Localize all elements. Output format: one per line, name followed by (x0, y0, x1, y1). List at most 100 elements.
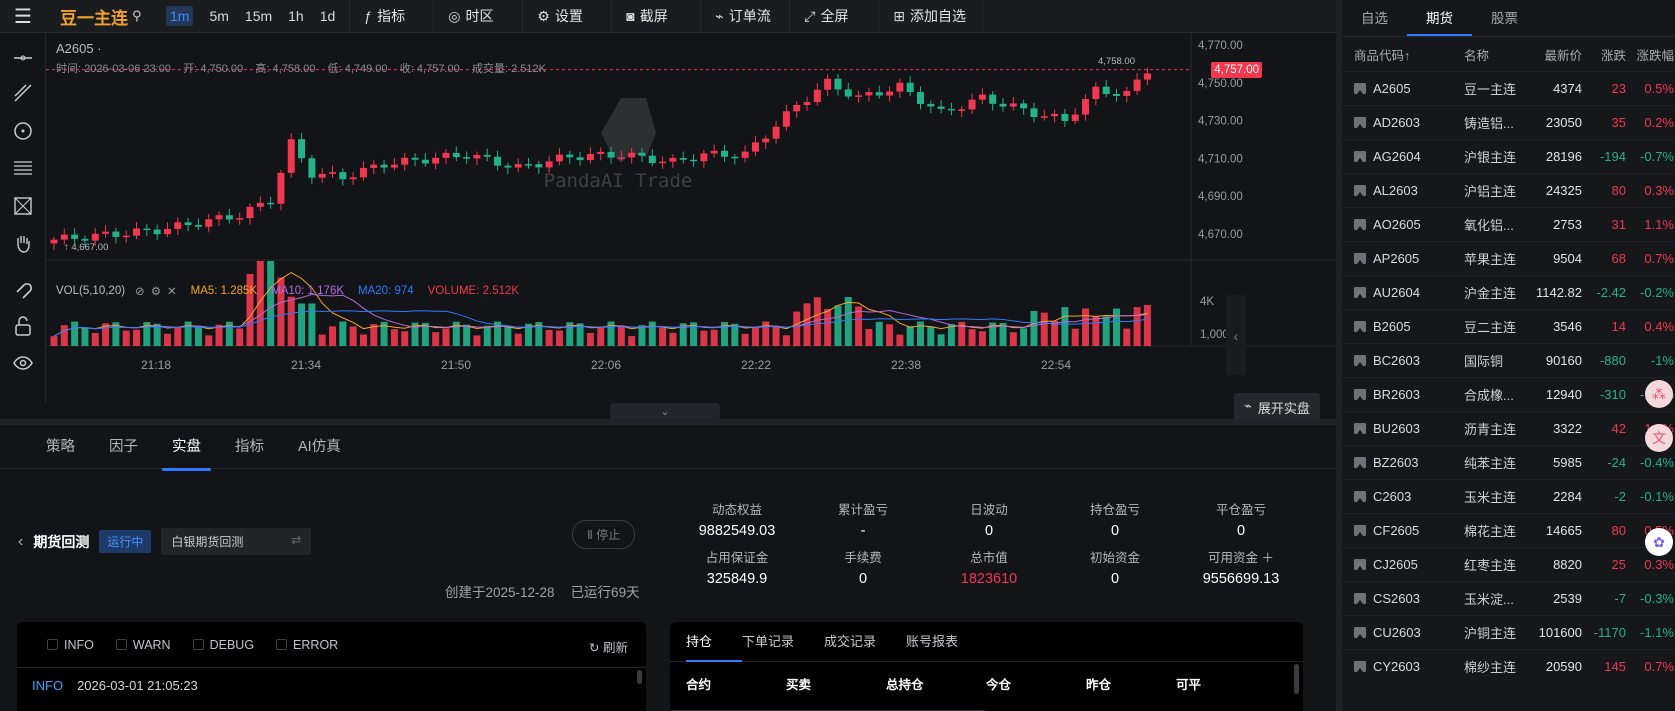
hide-icon[interactable]: ⊘ (135, 284, 145, 298)
bookmark-icon[interactable] (1354, 219, 1366, 230)
bookmark-icon[interactable] (1354, 117, 1366, 128)
gear-icon[interactable]: ⚙ (151, 284, 161, 298)
watchlist-row[interactable]: BU2603 沥青主连 3322 42 1.3% (1342, 411, 1675, 445)
horizontal-line-icon[interactable] (8, 43, 38, 73)
symbol-selector[interactable]: 豆一主连 ⚲ (46, 4, 158, 29)
bookmark-icon[interactable] (1354, 185, 1366, 196)
timezone-button[interactable]: ◎ 时区 (433, 0, 522, 33)
add-icon[interactable]: ＋ (1261, 551, 1274, 565)
watchlist-row[interactable]: C2603 玉米主连 2284 -2 -0.1% (1342, 479, 1675, 513)
watchlist-row[interactable]: BR2603 合成橡... 12940 -310 -2.2% (1342, 377, 1675, 411)
bookmark-icon[interactable] (1354, 253, 1366, 264)
eye-icon[interactable] (8, 348, 38, 378)
col-change-pct[interactable]: 涨跌幅 (1626, 45, 1674, 64)
search-icon[interactable]: ⚲ (132, 8, 142, 24)
chart-canvas[interactable]: 4,770.00 4,750.00 4,730.00 4,710.00 4,690.00… (46, 33, 1336, 403)
indicator-button[interactable]: ƒ 指标 (349, 0, 433, 33)
tab-live[interactable]: 实盘 (162, 425, 211, 471)
order-flow-button[interactable]: ⌁ 订单流 (700, 0, 789, 33)
watchlist-row[interactable]: AL2603 沪铝主连 24325 80 0.3% (1342, 173, 1675, 207)
refresh-button[interactable]: ↻ 刷新 (589, 637, 628, 656)
filter-info[interactable]: INFO (47, 638, 94, 652)
hand-icon[interactable] (8, 228, 38, 258)
apps-icon[interactable]: ⁂ (1645, 380, 1673, 408)
tab-indicator[interactable]: 指标 (235, 425, 264, 469)
watchlist-row[interactable]: BZ2603 纯苯主连 5985 -24 -0.4% (1342, 445, 1675, 479)
col-name[interactable]: 名称 (1464, 45, 1526, 64)
col-price[interactable]: 最新价 (1526, 45, 1582, 64)
filter-warn[interactable]: WARN (115, 638, 171, 652)
bookmark-icon[interactable] (1354, 661, 1366, 672)
timeframe-1m[interactable]: 1m (158, 0, 201, 33)
bookmark-icon[interactable] (1354, 423, 1366, 434)
tab-account-report[interactable]: 账号报表 (906, 622, 988, 662)
timeframe-5m[interactable]: 5m (201, 0, 236, 33)
bookmark-icon[interactable] (1354, 627, 1366, 638)
bookmark-icon[interactable] (1354, 457, 1366, 468)
watchlist-row[interactable]: AU2604 沪金主连 1142.82 -2.42 -0.2% (1342, 275, 1675, 309)
strategy-select[interactable]: 白银期货回测 ⇄ (161, 528, 312, 555)
candlestick-chart[interactable]: 4,770.00 4,750.00 4,730.00 4,710.00 4,690.00… (46, 33, 1336, 403)
watchlist-row[interactable]: CY2603 棉纱主连 20590 145 0.7% (1342, 649, 1675, 683)
bookmark-icon[interactable] (1354, 389, 1366, 400)
watchlist-row[interactable]: B2605 豆二主连 3546 14 0.4% (1342, 309, 1675, 343)
stop-button[interactable]: Ⅱ 停止 (572, 520, 636, 549)
add-watchlist-button[interactable]: ⊞ 添加自选 (878, 0, 984, 33)
volume-bar (329, 326, 337, 346)
timeframe-1d[interactable]: 1d (312, 0, 344, 33)
tab-futures[interactable]: 期货 (1407, 0, 1472, 36)
watchlist-row[interactable]: CJ2605 红枣主连 8820 25 0.3% (1342, 547, 1675, 581)
col-code[interactable]: 商品代码↑ (1354, 45, 1464, 64)
col-change[interactable]: 涨跌 (1582, 45, 1626, 64)
positions-vscrollbar[interactable] (1294, 664, 1299, 694)
magnet-icon[interactable] (8, 273, 38, 303)
watchlist-row[interactable]: CU2603 沪铜主连 101600 -1170 -1.1% (1342, 615, 1675, 649)
watchlist-row[interactable]: AP2605 苹果主连 9504 68 0.7% (1342, 241, 1675, 275)
close-icon[interactable]: ✕ (167, 284, 177, 298)
bookmark-icon[interactable] (1354, 321, 1366, 332)
tab-stocks[interactable]: 股票 (1472, 0, 1537, 36)
tab-ai-sim[interactable]: AI仿真 (298, 425, 341, 469)
tab-strategy[interactable]: 策略 (46, 425, 75, 469)
watchlist-row[interactable]: A2605 豆一主连 4374 23 0.5% (1342, 71, 1675, 105)
watchlist-row[interactable]: AO2605 氧化铝... 2753 31 1.1% (1342, 207, 1675, 241)
pattern-icon[interactable] (8, 191, 38, 221)
filter-debug[interactable]: DEBUG (192, 638, 254, 652)
log-scrollbar[interactable] (637, 670, 642, 684)
tab-orders[interactable]: 下单记录 (742, 622, 824, 662)
watchlist-row[interactable]: AG2604 沪银主连 28196 -194 -0.7% (1342, 139, 1675, 173)
tab-positions[interactable]: 持仓 (686, 622, 743, 662)
timeframe-1h[interactable]: 1h (280, 0, 312, 33)
timeframe-15m[interactable]: 15m (237, 0, 280, 33)
menu-icon[interactable]: ☰ (0, 0, 46, 33)
expand-live-button[interactable]: ⌁ 展开实盘 (1234, 393, 1320, 422)
translate-icon[interactable]: 文 (1645, 424, 1673, 452)
bookmark-icon[interactable] (1354, 355, 1366, 366)
back-icon[interactable]: ‹ (18, 533, 23, 551)
log-panel: INFO WARN DEBUG ERROR ↻ 刷新 INFO 2026-03-… (17, 622, 646, 711)
bookmark-icon[interactable] (1354, 491, 1366, 502)
candle (432, 157, 440, 164)
watchlist-row[interactable]: CS2603 玉米淀... 2539 -7 -0.3% (1342, 581, 1675, 615)
watchlist-row[interactable]: AD2603 铸造铝... 23050 35 0.2% (1342, 105, 1675, 139)
watchlist-row[interactable]: CF2605 棉花主连 14665 80 0.5% (1342, 513, 1675, 547)
bookmark-icon[interactable] (1354, 559, 1366, 570)
unlock-icon[interactable] (8, 311, 38, 341)
settings-button[interactable]: ⚙ 设置 (522, 0, 611, 33)
bookmark-icon[interactable] (1354, 287, 1366, 298)
bookmark-icon[interactable] (1354, 83, 1366, 94)
bookmark-icon[interactable] (1354, 525, 1366, 536)
ai-brain-icon[interactable]: ✿ (1645, 528, 1673, 556)
screenshot-button[interactable]: ◙ 截屏 (611, 0, 700, 33)
filter-error[interactable]: ERROR (276, 638, 338, 652)
tab-factor[interactable]: 因子 (109, 425, 138, 469)
tab-favorites[interactable]: 自选 (1342, 0, 1407, 36)
watchlist-row[interactable]: BC2603 国际铜 90160 -880 -1% (1342, 343, 1675, 377)
trend-line-icon[interactable] (8, 78, 38, 108)
bookmark-icon[interactable] (1354, 593, 1366, 604)
bookmark-icon[interactable] (1354, 151, 1366, 162)
fullscreen-button[interactable]: ⤢ 全屏 (789, 0, 878, 33)
fibonacci-icon[interactable] (8, 153, 38, 183)
circle-target-icon[interactable] (8, 116, 38, 146)
tab-trades[interactable]: 成交记录 (824, 622, 906, 662)
